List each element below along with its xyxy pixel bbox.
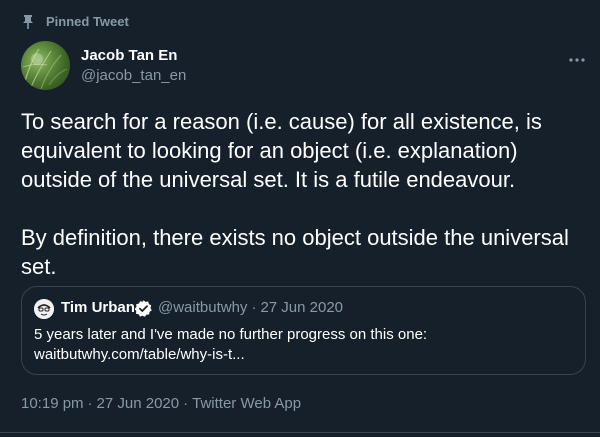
author-handle[interactable]: @jacob_tan_en (81, 67, 186, 84)
divider (0, 432, 600, 433)
pinned-tweet-label: Pinned Tweet (22, 14, 129, 29)
tweet-date[interactable]: 27 Jun 2020 (97, 395, 180, 412)
quoted-tweet-card[interactable]: Tim Urban @waitbutwhy · 27 Jun 2020 5 ye… (21, 286, 586, 375)
quote-meta: @waitbutwhy · 27 Jun 2020 (158, 299, 343, 316)
author-name[interactable]: Jacob Tan En (81, 47, 177, 64)
pinned-text: Pinned Tweet (46, 14, 129, 29)
tweet-time[interactable]: 10:19 pm (21, 395, 84, 412)
quote-author-name[interactable]: Tim Urban (61, 299, 135, 316)
quote-body: 5 years later and I've made no further p… (34, 326, 428, 343)
avatar[interactable] (21, 41, 70, 90)
tweet-source[interactable]: Twitter Web App (192, 395, 301, 412)
source-separator: · (183, 395, 189, 412)
tweet-timestamp: 10:19 pm · 27 Jun 2020 · Twitter Web App (21, 395, 301, 412)
quote-link[interactable]: waitbutwhy.com/table/why-is-t... (34, 345, 574, 365)
quote-date[interactable]: 27 Jun 2020 (260, 299, 343, 316)
tweet-text: To search for a reason (i.e. cause) for … (21, 109, 569, 279)
verified-badge-icon (134, 299, 153, 318)
timestamp-separator: · (87, 395, 93, 412)
quote-text: 5 years later and I've made no further p… (34, 325, 574, 365)
pin-icon (22, 14, 34, 29)
quote-handle[interactable]: @waitbutwhy (158, 299, 247, 316)
quote-avatar[interactable] (34, 299, 54, 319)
more-horizontal-icon[interactable] (567, 52, 587, 62)
quote-separator: · (251, 299, 257, 316)
